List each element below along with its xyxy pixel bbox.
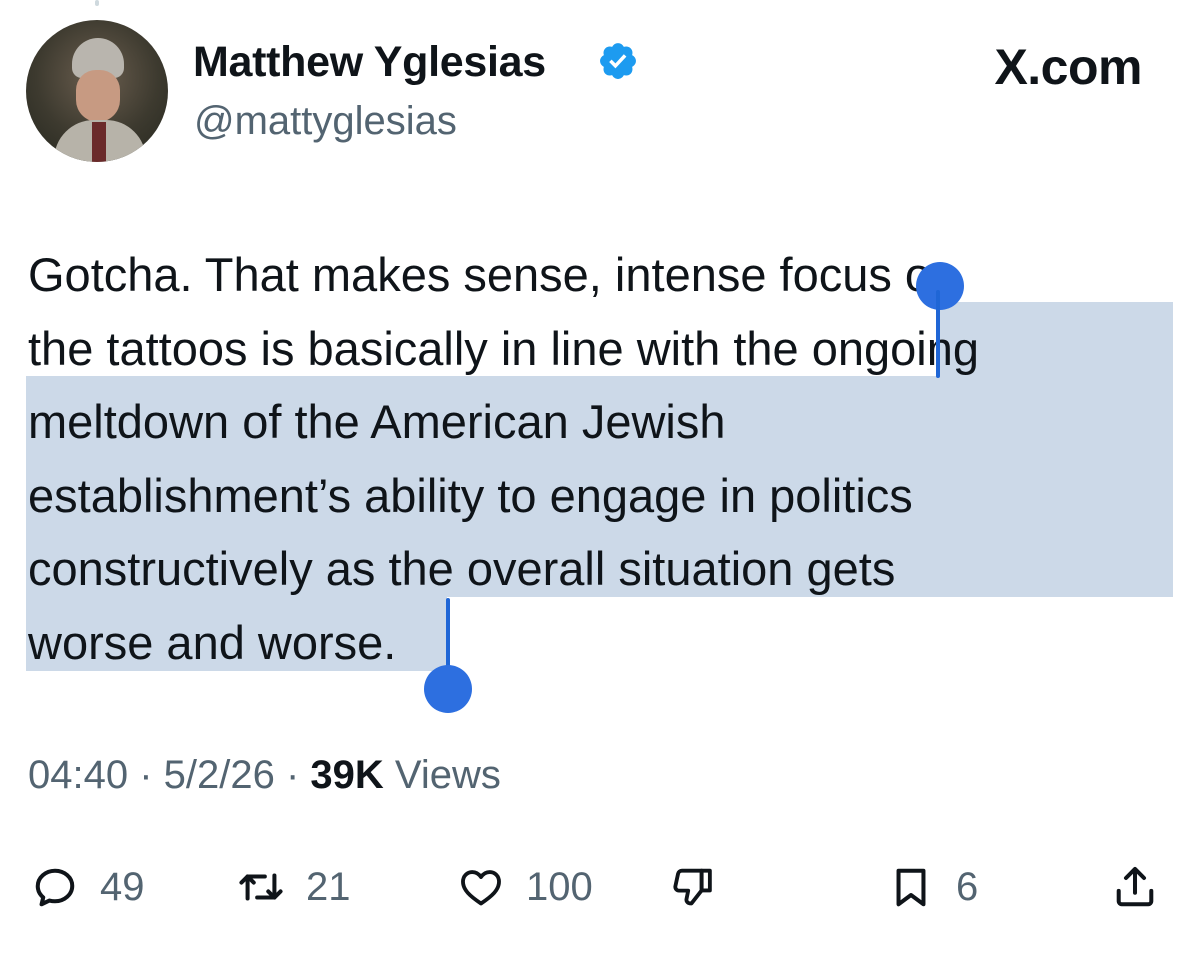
action-bar: 49 21 100 6	[0, 852, 1200, 922]
views-label[interactable]: Views	[384, 753, 501, 797]
share-button[interactable]	[1112, 852, 1158, 922]
retweet-button[interactable]: 21	[238, 852, 351, 922]
reply-count: 49	[100, 864, 145, 909]
author-name[interactable]: Matthew Yglesias	[193, 38, 546, 87]
like-button[interactable]: 100	[458, 852, 593, 922]
dislike-icon	[673, 868, 712, 906]
heart-icon	[461, 870, 501, 906]
tweet-date[interactable]: 5/2/26	[164, 753, 275, 797]
author-handle[interactable]: @mattyglesias	[194, 99, 457, 144]
reply-icon	[35, 868, 75, 907]
bookmark-icon	[896, 868, 926, 907]
retweet-count: 21	[306, 864, 351, 909]
tweet-text-line: worse and worse.	[28, 615, 397, 669]
meta-separator: ·	[128, 753, 164, 797]
selection-start-caret	[936, 290, 940, 378]
tweet-text-line: Gotcha. That makes sense, intense focus …	[28, 248, 958, 301]
tweet-text[interactable]: Gotcha. That makes sense, intense focus …	[28, 238, 1178, 680]
avatar[interactable]	[26, 20, 168, 162]
share-icon	[1116, 866, 1154, 907]
avatar-tie	[92, 122, 106, 162]
bookmark-button[interactable]: 6	[888, 852, 978, 922]
meta-separator: ·	[274, 753, 311, 797]
selection-start-handle[interactable]	[916, 262, 964, 310]
source-label: X.com	[994, 39, 1142, 95]
selection-end-handle[interactable]	[424, 665, 472, 713]
tweet-meta: 04:40 · 5/2/26 · 39K Views	[28, 753, 501, 798]
like-count: 100	[526, 864, 593, 909]
tweet-text-line: the tattoos is basically in line with th…	[28, 321, 980, 375]
tweet-text-line: establishment’s ability to engage in pol…	[28, 468, 913, 522]
dislike-button[interactable]	[670, 852, 716, 922]
retweet-icon	[239, 873, 283, 901]
avatar-face	[76, 70, 120, 122]
reply-button[interactable]: 49	[32, 852, 145, 922]
scroll-indicator	[95, 0, 99, 6]
views-count[interactable]: 39K	[310, 753, 383, 797]
tweet-time[interactable]: 04:40	[28, 753, 128, 797]
bookmark-count: 6	[956, 864, 979, 909]
tweet-text-line: meltdown of the American Jewish	[28, 395, 726, 449]
tweet-text-line: constructively as the overall situation …	[28, 542, 896, 596]
verified-badge-icon	[600, 43, 636, 79]
